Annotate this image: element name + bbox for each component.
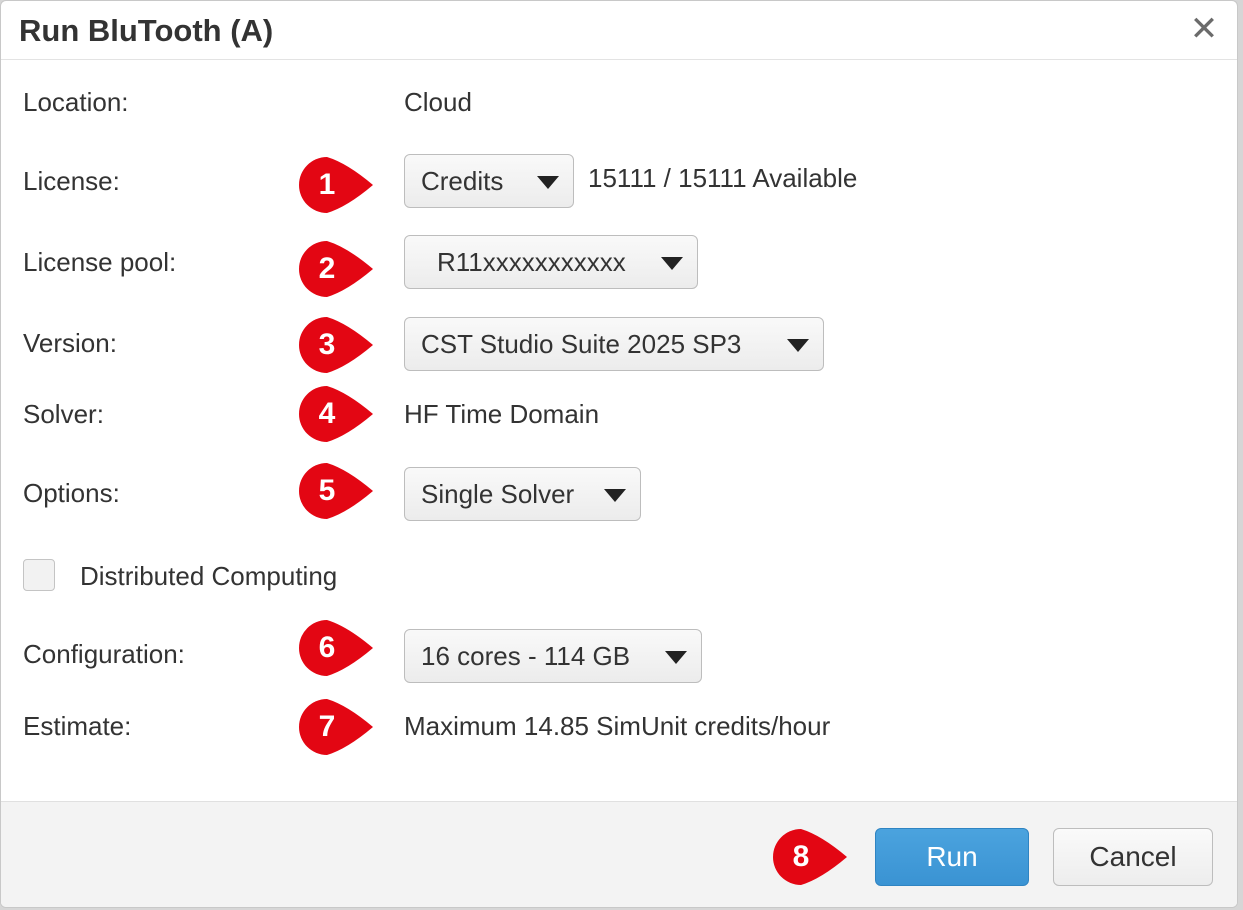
estimate-value: Maximum 14.85 SimUnit credits/hour — [404, 711, 831, 741]
solver-value: HF Time Domain — [404, 399, 600, 429]
marker-4-number: 4 — [318, 397, 336, 430]
configuration-dropdown[interactable]: 16 cores - 114 GB — [404, 629, 702, 683]
estimate-label: Estimate: — [23, 711, 132, 741]
chevron-down-icon — [604, 489, 626, 502]
options-selected: Single Solver — [421, 479, 575, 509]
marker-2-number: 2 — [318, 252, 336, 285]
run-dialog: Run BluTooth (A) ✕ Location: Cloud Licen… — [0, 0, 1238, 908]
marker-5: 5 — [297, 461, 377, 521]
location-value: Cloud — [404, 87, 472, 117]
marker-3: 3 — [297, 315, 377, 375]
marker-5-number: 5 — [318, 474, 336, 507]
marker-8: 8 — [771, 827, 851, 887]
version-selected: CST Studio Suite 2025 SP3 — [421, 329, 742, 359]
marker-8-number: 8 — [792, 840, 810, 873]
marker-6: 6 — [297, 618, 377, 678]
solver-label: Solver: — [23, 399, 104, 429]
options-label: Options: — [23, 478, 120, 508]
dialog-title: Run BluTooth (A) — [19, 13, 274, 48]
marker-3-number: 3 — [318, 328, 336, 361]
chevron-down-icon — [661, 257, 683, 270]
version-dropdown[interactable]: CST Studio Suite 2025 SP3 — [404, 317, 824, 371]
configuration-label: Configuration: — [23, 639, 185, 669]
marker-1: 1 — [297, 155, 377, 215]
license-pool-dropdown[interactable]: R11xxxxxxxxxxx — [404, 235, 698, 289]
license-dropdown[interactable]: Credits — [404, 154, 574, 208]
license-pool-selected: R11xxxxxxxxxxx — [437, 247, 626, 277]
marker-4: 4 — [297, 384, 377, 444]
distributed-computing-checkbox[interactable] — [23, 559, 55, 591]
marker-7: 7 — [297, 697, 377, 757]
marker-7-number: 7 — [318, 710, 336, 743]
marker-2: 2 — [297, 239, 377, 299]
license-label: License: — [23, 166, 120, 196]
license-selected: Credits — [421, 166, 504, 196]
close-icon[interactable]: ✕ — [1189, 11, 1219, 47]
distributed-computing-label[interactable]: Distributed Computing — [80, 561, 337, 592]
cancel-button[interactable]: Cancel — [1053, 828, 1213, 886]
license-availability: 15111 / 15111 Available — [588, 163, 858, 193]
chevron-down-icon — [665, 651, 687, 664]
marker-1-number: 1 — [318, 168, 336, 201]
chevron-down-icon — [537, 176, 559, 189]
dialog-footer — [1, 801, 1237, 907]
dialog-titlebar: Run BluTooth (A) ✕ — [1, 1, 1237, 60]
location-label: Location: — [23, 87, 129, 117]
options-dropdown[interactable]: Single Solver — [404, 467, 641, 521]
marker-6-number: 6 — [318, 631, 336, 664]
chevron-down-icon — [787, 339, 809, 352]
version-label: Version: — [23, 328, 117, 358]
configuration-selected: 16 cores - 114 GB — [421, 641, 631, 671]
license-pool-label: License pool: — [23, 247, 177, 277]
run-button[interactable]: Run — [875, 828, 1029, 886]
